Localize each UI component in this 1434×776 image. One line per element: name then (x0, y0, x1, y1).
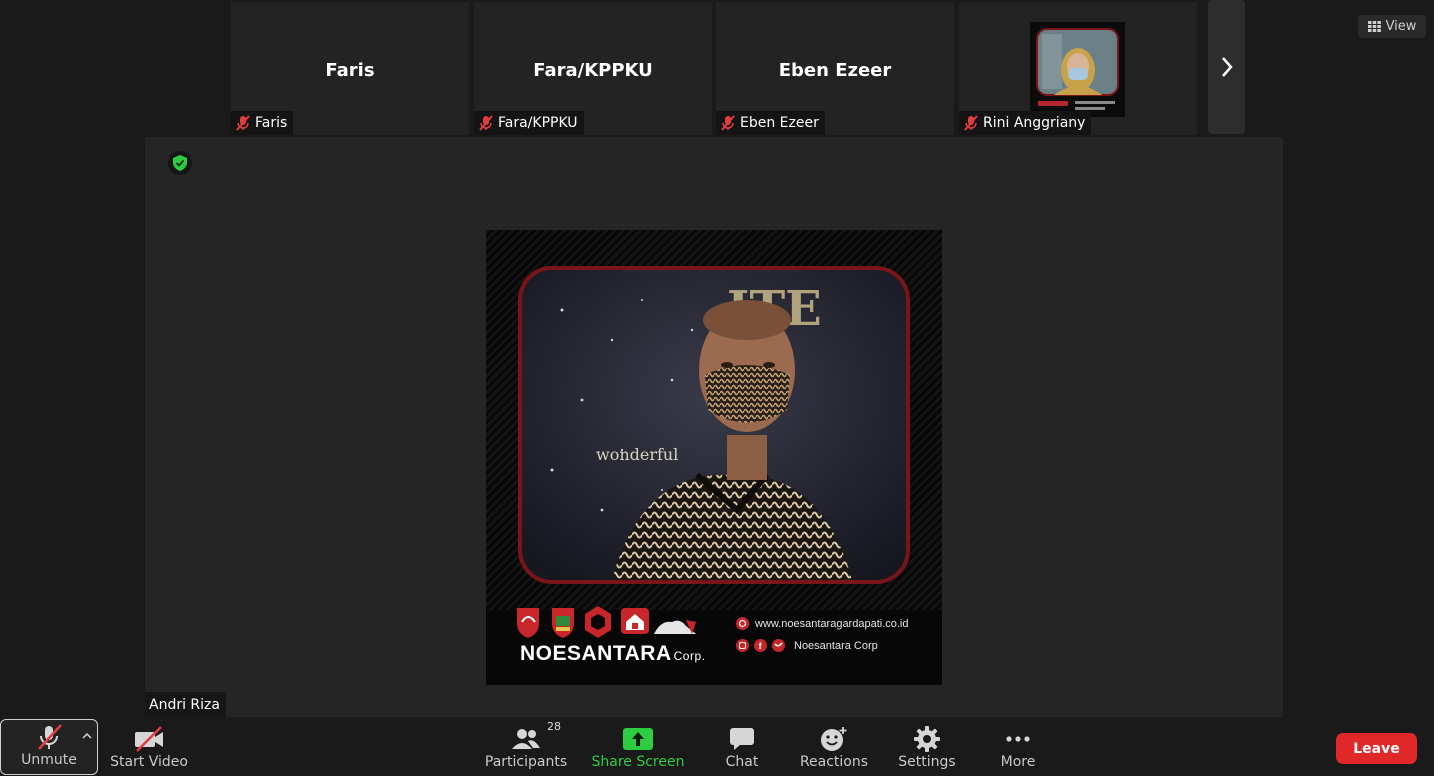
start-video-icon-wrap (133, 724, 165, 754)
settings-button[interactable]: Settings (893, 717, 961, 776)
video-tile-eben[interactable]: Eben Ezeer Eben Ezeer (716, 2, 954, 135)
unmute-icon-wrap (35, 722, 63, 752)
active-speaker-label: Andri Riza (145, 692, 226, 717)
settings-icon-wrap (914, 724, 940, 754)
grid-view-icon (1367, 21, 1381, 32)
leave-button[interactable]: Leave (1336, 733, 1417, 764)
mic-muted-icon (38, 724, 62, 750)
meeting-toolbar: Unmute Start Video 28 Participants Share… (0, 717, 1434, 776)
mic-muted-icon (479, 115, 493, 131)
mic-muted-icon (236, 115, 250, 131)
participant-name: Faris (255, 115, 288, 131)
social-handle: Noesantara Corp (794, 639, 878, 652)
participant-name: Eben Ezeer (740, 115, 819, 131)
view-button[interactable]: View (1358, 15, 1426, 38)
mic-muted-icon (964, 115, 978, 131)
chevron-right-icon (1221, 57, 1233, 77)
participant-video-thumbnail (1030, 22, 1125, 117)
next-page-button[interactable] (1208, 0, 1245, 134)
shield-check-glyph (173, 155, 187, 171)
more-label: More (1000, 754, 1036, 770)
leave-label: Leave (1353, 740, 1400, 757)
brand-name: NOESANTARA (520, 642, 672, 665)
start-video-label: Start Video (110, 754, 188, 770)
more-dots-icon (1006, 736, 1030, 742)
chat-label: Chat (725, 754, 759, 770)
video-tile-rini[interactable]: Rini Anggriany (959, 2, 1197, 135)
settings-label: Settings (898, 754, 956, 770)
tile-display-name: Fara/KPPKU (533, 60, 653, 81)
tile-name-label: Eben Ezeer (716, 111, 825, 135)
reactions-icon-wrap (820, 724, 848, 754)
video-tile-faris[interactable]: Faris Faris (231, 2, 469, 135)
participant-name: Rini Anggriany (983, 115, 1086, 131)
reactions-button[interactable]: Reactions (795, 717, 873, 776)
share-screen-icon (623, 728, 653, 750)
unmute-label: Unmute (21, 752, 77, 768)
gear-icon (914, 726, 940, 752)
brand-wordmark: NOESANTARA Corp. (520, 642, 705, 666)
start-video-button[interactable]: Start Video (105, 717, 193, 776)
tile-name-label: Faris (231, 111, 294, 135)
twitter-icon (772, 639, 785, 652)
participant-name: Fara/KPPKU (498, 115, 578, 131)
chat-icon-wrap (729, 724, 755, 754)
more-button[interactable]: More (990, 717, 1046, 776)
share-screen-button[interactable]: Share Screen (588, 717, 688, 776)
profile-picture-card: ITE wonderful NOESANTARACorp. www.noesa (486, 230, 942, 685)
chevron-up-icon[interactable] (82, 732, 92, 739)
tile-name-label: Fara/KPPKU (474, 111, 584, 135)
more-icon-wrap (1005, 724, 1031, 754)
share-screen-icon-wrap (623, 724, 653, 754)
participants-icon-wrap: 28 (511, 720, 561, 754)
tile-display-name: Eben Ezeer (778, 60, 892, 81)
emoji-plus-icon (821, 727, 847, 751)
encryption-shield-icon[interactable] (168, 151, 192, 175)
globe-icon (736, 617, 749, 630)
participants-button[interactable]: 28 Participants (482, 717, 570, 776)
participant-photo (1030, 22, 1125, 117)
active-speaker-name: Andri Riza (149, 696, 220, 713)
facebook-icon: f (754, 639, 767, 652)
social-line: f Noesantara Corp (736, 639, 878, 652)
website-line: www.noesantaragardapati.co.id (736, 617, 908, 630)
tile-display-name: Faris (325, 60, 375, 81)
brand-suffix: Corp. (673, 649, 706, 663)
instagram-icon (736, 639, 749, 652)
participants-count: 28 (547, 720, 561, 733)
view-button-label: View (1385, 19, 1417, 34)
website-url: www.noesantaragardapati.co.id (755, 617, 909, 630)
video-off-icon (135, 726, 163, 752)
chat-button[interactable]: Chat (712, 717, 772, 776)
video-tile-fara[interactable]: Fara/KPPKU Fara/KPPKU (474, 2, 712, 135)
share-screen-label: Share Screen (591, 754, 685, 770)
unmute-button[interactable]: Unmute (0, 719, 98, 775)
chat-icon (730, 728, 754, 750)
participants-label: Participants (484, 754, 568, 770)
participants-icon (512, 729, 540, 749)
mic-muted-icon (721, 115, 735, 131)
tile-name-label: Rini Anggriany (959, 111, 1092, 135)
reactions-label: Reactions (799, 754, 869, 770)
